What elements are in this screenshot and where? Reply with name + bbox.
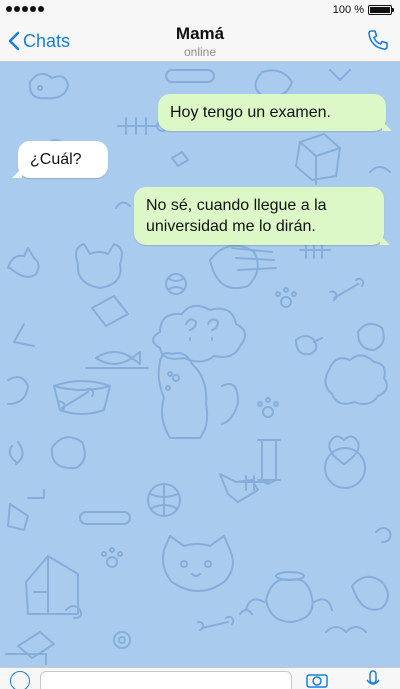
message-bubble-outgoing[interactable]: Hoy tengo un examen. (158, 94, 392, 131)
message-text: ¿Cuál? (30, 151, 82, 168)
message-bubble-incoming[interactable]: ¿Cuál? (12, 141, 108, 178)
chat-header: Chats Mamá online (0, 20, 400, 62)
upload-icon[interactable] (10, 671, 30, 689)
message-input-bar (0, 667, 400, 689)
message-text: No sé, cuando llegue a la universidad me… (146, 197, 327, 235)
phone-icon[interactable] (366, 28, 390, 52)
message-text: Hoy tengo un examen. (170, 104, 331, 121)
status-bar: 100 % (0, 0, 400, 20)
microphone-icon[interactable] (366, 670, 380, 689)
battery-percent: 100 % (332, 4, 364, 16)
chat-area[interactable]: Hoy tengo un examen. ¿Cuál? No sé, cuand… (0, 62, 400, 667)
signal-dots-icon (6, 6, 44, 12)
message-input[interactable] (40, 671, 292, 689)
message-bubble-outgoing[interactable]: No sé, cuando llegue a la universidad me… (134, 187, 390, 245)
camera-icon[interactable] (306, 672, 328, 688)
contact-name: Mamá (175, 24, 225, 43)
contact-status: online (183, 45, 217, 59)
battery-full-icon (368, 5, 394, 15)
contact-info[interactable]: Mamá online (0, 24, 400, 59)
